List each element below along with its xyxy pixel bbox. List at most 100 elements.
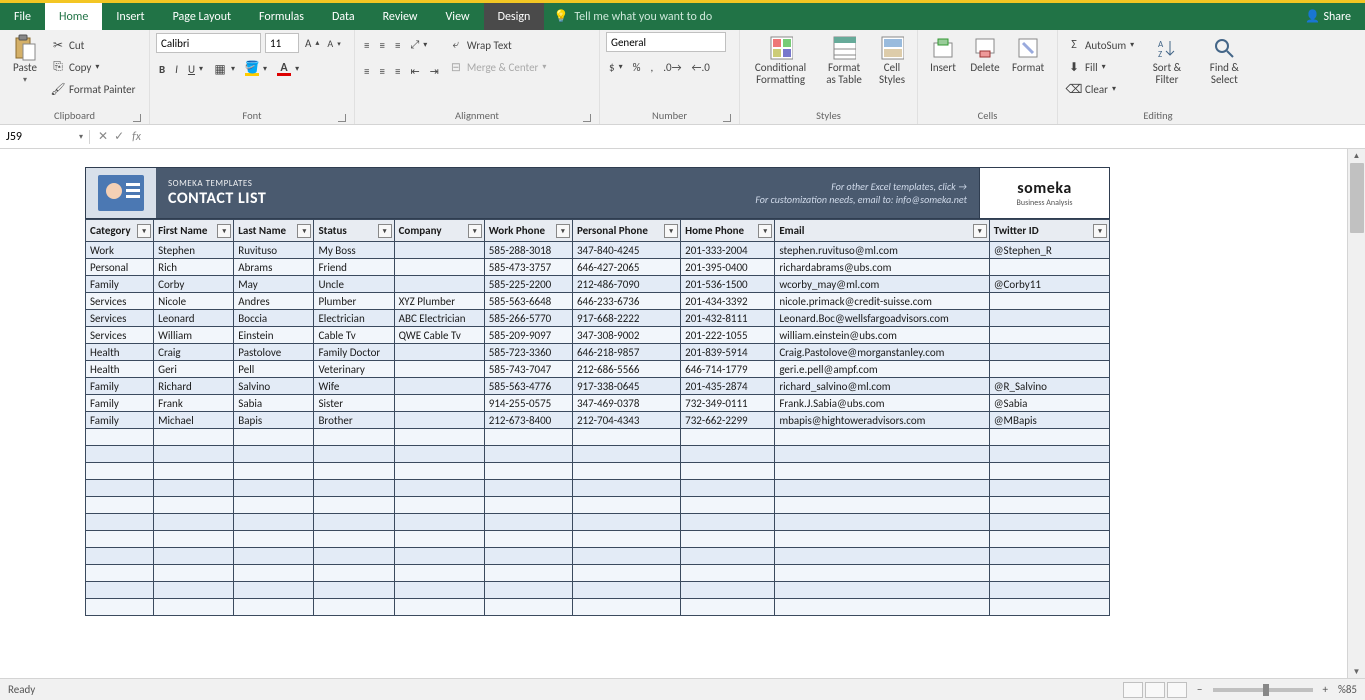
align-top-button[interactable]: ≡ bbox=[361, 34, 372, 56]
tab-design[interactable]: Design bbox=[484, 3, 545, 30]
cell-email[interactable]: william.einstein@ubs.com bbox=[775, 327, 989, 344]
cell-pphone[interactable]: 646-233-6736 bbox=[572, 293, 680, 310]
wrap-text-button[interactable]: ⤶Wrap Text bbox=[446, 34, 550, 56]
table-row-empty[interactable] bbox=[86, 599, 1110, 616]
cell-first[interactable]: Frank bbox=[154, 395, 234, 412]
align-middle-button[interactable]: ≡ bbox=[376, 34, 387, 56]
cell-first[interactable]: Richard bbox=[154, 378, 234, 395]
cell-last[interactable]: May bbox=[234, 276, 314, 293]
cell-first[interactable]: Leonard bbox=[154, 310, 234, 327]
copy-button[interactable]: ⎘Copy▾ bbox=[48, 56, 138, 78]
cell-pphone[interactable]: 646-218-9857 bbox=[572, 344, 680, 361]
cell-twitter[interactable]: @Stephen_R bbox=[989, 242, 1109, 259]
cell-status[interactable]: Veterinary bbox=[314, 361, 394, 378]
cell-email[interactable]: nicole.primack@credit-suisse.com bbox=[775, 293, 989, 310]
col-header-status[interactable]: Status▾ bbox=[314, 220, 394, 242]
cell-hphone[interactable]: 201-434-3392 bbox=[681, 293, 775, 310]
cell-status[interactable]: Brother bbox=[314, 412, 394, 429]
cell-hphone[interactable]: 646-714-1779 bbox=[681, 361, 775, 378]
cell-first[interactable]: Michael bbox=[154, 412, 234, 429]
table-row-empty[interactable] bbox=[86, 548, 1110, 565]
cell-email[interactable]: Leonard.Boc@wellsfargoadvisors.com bbox=[775, 310, 989, 327]
format-cells-button[interactable]: Format bbox=[1008, 32, 1048, 78]
accounting-format-button[interactable]: $▾ bbox=[606, 56, 626, 78]
font-size-select[interactable] bbox=[265, 33, 299, 53]
scroll-up-icon[interactable]: ▲ bbox=[1348, 149, 1365, 163]
bold-button[interactable]: B bbox=[156, 58, 168, 80]
filter-icon[interactable]: ▾ bbox=[468, 224, 482, 238]
table-row-empty[interactable] bbox=[86, 429, 1110, 446]
table-row-empty[interactable] bbox=[86, 480, 1110, 497]
table-row-empty[interactable] bbox=[86, 531, 1110, 548]
cell-status[interactable]: Plumber bbox=[314, 293, 394, 310]
cell-twitter[interactable] bbox=[989, 344, 1109, 361]
page-break-view-button[interactable] bbox=[1167, 682, 1187, 698]
cell-category[interactable]: Health bbox=[86, 344, 154, 361]
table-row[interactable]: FamilyCorbyMayUncle585-225-2200212-486-7… bbox=[86, 276, 1110, 293]
cell-last[interactable]: Bapis bbox=[234, 412, 314, 429]
scroll-down-icon[interactable]: ▼ bbox=[1348, 665, 1365, 679]
cell-hphone[interactable]: 201-432-8111 bbox=[681, 310, 775, 327]
cell-wphone[interactable]: 585-473-3757 bbox=[484, 259, 572, 276]
vertical-scrollbar[interactable]: ▲ ▼ bbox=[1347, 149, 1365, 679]
col-header-twitter[interactable]: Twitter ID▾ bbox=[989, 220, 1109, 242]
table-row-empty[interactable] bbox=[86, 514, 1110, 531]
cell-hphone[interactable]: 201-839-5914 bbox=[681, 344, 775, 361]
cell-first[interactable]: Nicole bbox=[154, 293, 234, 310]
cell-pphone[interactable]: 347-469-0378 bbox=[572, 395, 680, 412]
zoom-in-button[interactable]: + bbox=[1323, 683, 1328, 696]
cell-styles-button[interactable]: Cell Styles bbox=[873, 32, 911, 90]
cell-twitter[interactable] bbox=[989, 327, 1109, 344]
cell-wphone[interactable]: 585-225-2200 bbox=[484, 276, 572, 293]
filter-icon[interactable]: ▾ bbox=[297, 224, 311, 238]
formula-input[interactable] bbox=[147, 125, 1365, 148]
tab-file[interactable]: File bbox=[0, 3, 45, 30]
cell-twitter[interactable]: @Corby11 bbox=[989, 276, 1109, 293]
cell-company[interactable] bbox=[394, 395, 484, 412]
cell-status[interactable]: Wife bbox=[314, 378, 394, 395]
insert-cells-button[interactable]: Insert bbox=[924, 32, 962, 78]
cell-wphone[interactable]: 585-288-3018 bbox=[484, 242, 572, 259]
cell-company[interactable] bbox=[394, 361, 484, 378]
cell-category[interactable]: Family bbox=[86, 395, 154, 412]
number-format-select[interactable] bbox=[606, 32, 726, 52]
cell-wphone[interactable]: 585-723-3360 bbox=[484, 344, 572, 361]
cell-email[interactable]: stephen.ruvituso@ml.com bbox=[775, 242, 989, 259]
font-name-select[interactable] bbox=[156, 33, 261, 53]
filter-icon[interactable]: ▾ bbox=[664, 224, 678, 238]
cell-pphone[interactable]: 646-427-2065 bbox=[572, 259, 680, 276]
cell-hphone[interactable]: 201-333-2004 bbox=[681, 242, 775, 259]
cell-wphone[interactable]: 585-563-4776 bbox=[484, 378, 572, 395]
scrollbar-thumb[interactable] bbox=[1350, 163, 1364, 233]
sort-filter-button[interactable]: AZSort & Filter bbox=[1141, 32, 1193, 90]
cell-twitter[interactable] bbox=[989, 310, 1109, 327]
delete-cells-button[interactable]: Delete bbox=[966, 32, 1004, 78]
tab-view[interactable]: View bbox=[432, 3, 484, 30]
increase-indent-button[interactable]: ⇥ bbox=[427, 60, 442, 82]
cell-twitter[interactable] bbox=[989, 259, 1109, 276]
italic-button[interactable]: I bbox=[172, 58, 181, 80]
cell-email[interactable]: wcorby_may@ml.com bbox=[775, 276, 989, 293]
cell-first[interactable]: Stephen bbox=[154, 242, 234, 259]
underline-button[interactable]: U▾ bbox=[185, 58, 206, 80]
comma-format-button[interactable]: , bbox=[647, 56, 656, 78]
cell-email[interactable]: richard_salvino@ml.com bbox=[775, 378, 989, 395]
cell-pphone[interactable]: 212-486-7090 bbox=[572, 276, 680, 293]
cell-category[interactable]: Services bbox=[86, 327, 154, 344]
cell-company[interactable]: XYZ Plumber bbox=[394, 293, 484, 310]
increase-decimal-button[interactable]: .0→ bbox=[660, 56, 684, 78]
worksheet-area[interactable]: SOMEKA TEMPLATES CONTACT LIST For other … bbox=[0, 149, 1365, 679]
filter-icon[interactable]: ▾ bbox=[137, 224, 151, 238]
cell-status[interactable]: My Boss bbox=[314, 242, 394, 259]
align-center-button[interactable]: ≡ bbox=[376, 60, 387, 82]
col-header-first[interactable]: First Name▾ bbox=[154, 220, 234, 242]
decrease-font-button[interactable]: A▾ bbox=[325, 32, 342, 54]
tab-formulas[interactable]: Formulas bbox=[245, 3, 318, 30]
cell-email[interactable]: geri.e.pell@ampf.com bbox=[775, 361, 989, 378]
cell-category[interactable]: Family bbox=[86, 276, 154, 293]
cell-hphone[interactable]: 732-349-0111 bbox=[681, 395, 775, 412]
table-row[interactable]: ServicesWilliamEinsteinCable TvQWE Cable… bbox=[86, 327, 1110, 344]
cell-first[interactable]: William bbox=[154, 327, 234, 344]
table-row[interactable]: ServicesLeonardBocciaElectricianABC Elec… bbox=[86, 310, 1110, 327]
cell-last[interactable]: Boccia bbox=[234, 310, 314, 327]
